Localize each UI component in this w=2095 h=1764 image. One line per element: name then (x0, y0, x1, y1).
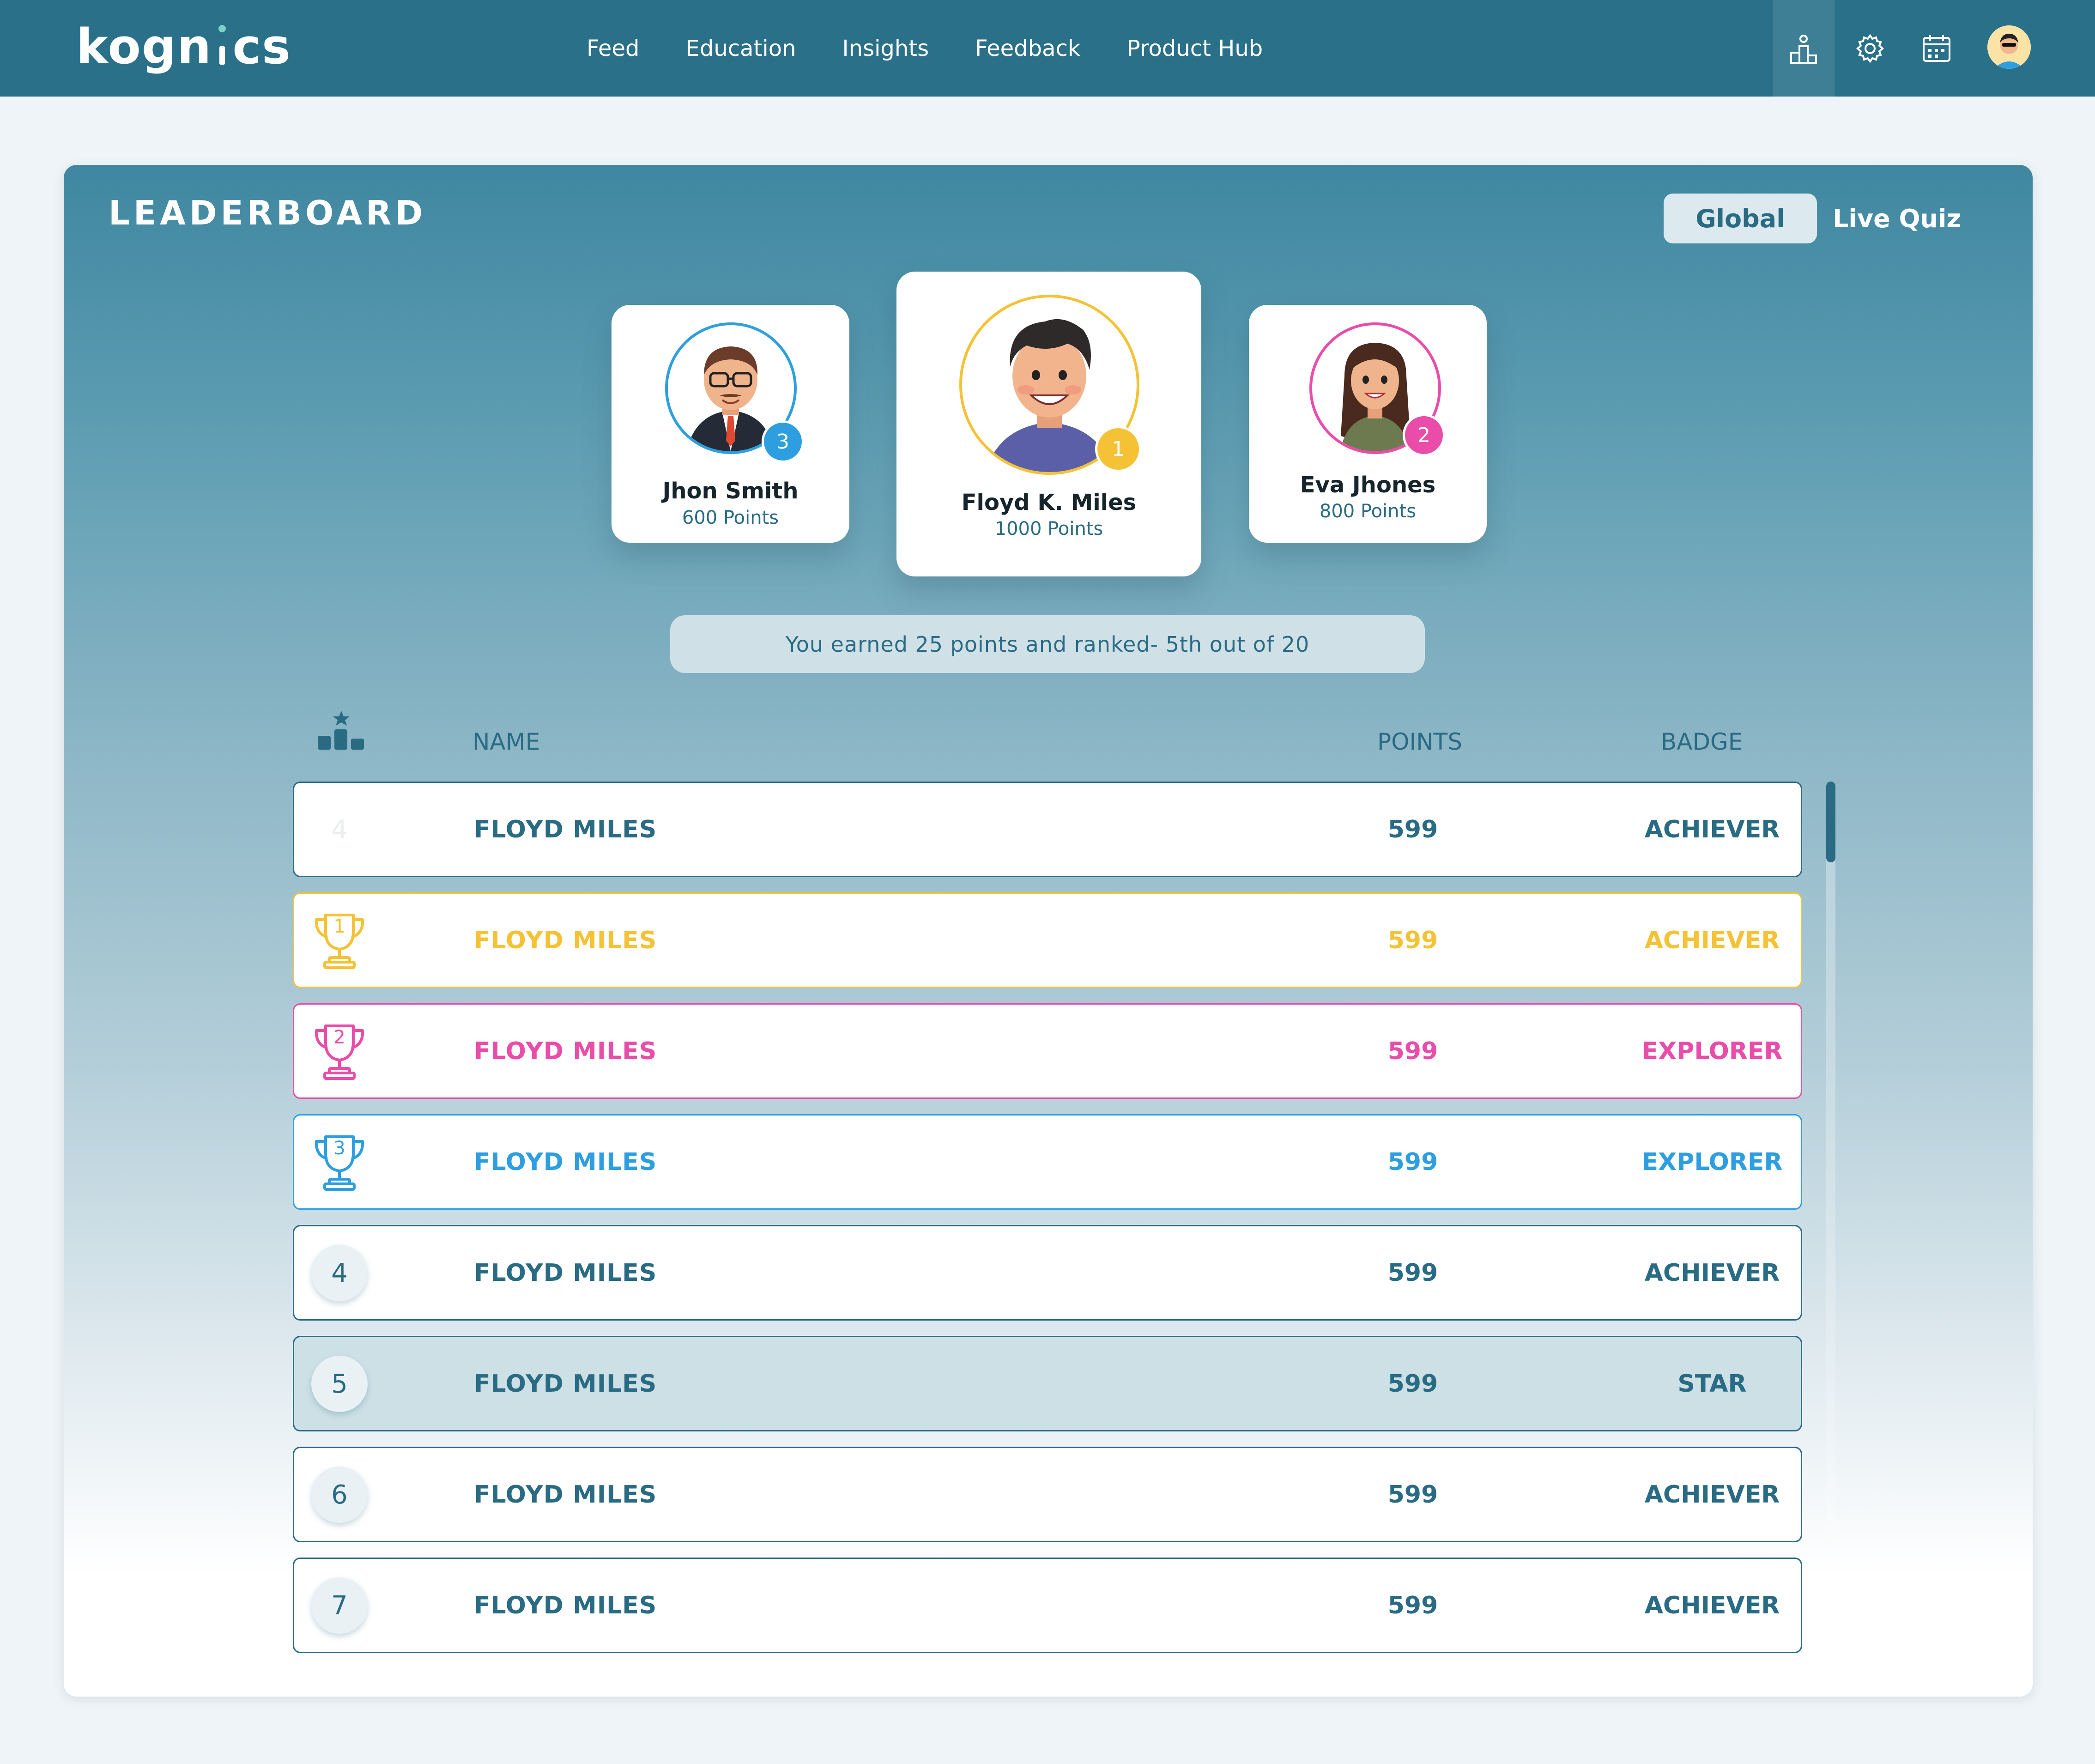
logo-text-left: kogn (76, 18, 212, 75)
row-badge: STAR (1677, 1370, 1747, 1398)
podium-points-rank-1: 1000 Points (994, 518, 1103, 540)
row-rank-number: 6 (311, 1467, 368, 1523)
table-row[interactable]: 4 FLOYD MILES 599 ACHIEVER (293, 1225, 1802, 1321)
row-points: 599 (1387, 1480, 1438, 1509)
row-rank-number: 3 (333, 1138, 345, 1159)
leaderboard-icon (1790, 34, 1817, 64)
your-rank-summary: You earned 25 points and ranked- 5th out… (670, 615, 1425, 673)
row-name: FLOYD MILES (474, 1259, 657, 1287)
row-badge: ACHIEVER (1644, 815, 1780, 843)
table-scrollbar-thumb[interactable] (1826, 782, 1835, 862)
row-name: FLOYD MILES (474, 1037, 657, 1065)
rank-column-header (316, 710, 367, 757)
nav-link-feedback[interactable]: Feedback (975, 36, 1081, 61)
row-badge: EXPLORER (1641, 1037, 1783, 1065)
row-rank-number: 4 (311, 1245, 368, 1301)
podium-card-rank-3[interactable]: 3 Jhon Smith 600 Points (612, 305, 849, 543)
name-column-header: NAME (472, 728, 540, 755)
nav-link-education[interactable]: Education (686, 36, 796, 61)
tab-global[interactable]: Global (1664, 194, 1817, 243)
table-row[interactable]: 4 FLOYD MILES 599 ACHIEVER (293, 782, 1802, 877)
user-avatar[interactable] (1987, 25, 2031, 69)
main-nav: Feed Education Insights Feedback Product… (587, 0, 1263, 97)
table-row[interactable]: 6 FLOYD MILES 599 ACHIEVER (293, 1447, 1802, 1542)
podium-rank-badge-3: 3 (762, 420, 804, 463)
row-name: FLOYD MILES (474, 1370, 657, 1398)
calendar-icon (1923, 35, 1950, 62)
kognics-logo[interactable]: kogn cs (76, 17, 291, 77)
row-points: 599 (1387, 1148, 1438, 1176)
nav-link-feed[interactable]: Feed (587, 36, 640, 61)
row-points: 599 (1387, 926, 1438, 954)
podium-name-rank-3: Jhon Smith (662, 478, 799, 504)
logo-i-glyph (218, 25, 227, 65)
row-rank-number: 7 (311, 1577, 368, 1634)
podium-rank-badge-2: 2 (1403, 414, 1445, 456)
trophy-icon: 1 (312, 911, 367, 971)
row-name: FLOYD MILES (474, 926, 657, 954)
podium-rank-badge-1: 1 (1095, 426, 1141, 472)
user-avatar-illustration (1987, 25, 2031, 69)
row-name: FLOYD MILES (474, 1591, 657, 1619)
podium-icon (318, 711, 364, 750)
table-scrollbar-track[interactable] (1826, 782, 1835, 1655)
logo-text-right: cs (232, 18, 291, 75)
trophy-icon: 2 (312, 1022, 367, 1082)
table-row[interactable]: 5 FLOYD MILES 599 STAR (293, 1336, 1802, 1431)
row-points: 599 (1387, 1370, 1438, 1398)
tab-live-quiz[interactable]: Live Quiz (1833, 194, 1961, 243)
table-row[interactable]: 7 FLOYD MILES 599 ACHIEVER (293, 1558, 1802, 1653)
podium-points-rank-3: 600 Points (682, 507, 779, 528)
nav-link-product-hub[interactable]: Product Hub (1127, 36, 1263, 61)
leaderboard-panel: LEADERBOARD Global Live Quiz 3 Jhon Smit… (64, 165, 2033, 1697)
podium-name-rank-2: Eva Jhones (1300, 472, 1436, 498)
table-row[interactable]: 1 FLOYD MILES 599 ACHIEVER (293, 892, 1802, 988)
row-points: 599 (1387, 1259, 1438, 1287)
nav-link-insights[interactable]: Insights (842, 36, 929, 61)
table-row[interactable]: 3 FLOYD MILES 599 EXPLORER (293, 1114, 1802, 1210)
podium-card-rank-1[interactable]: 1 Floyd K. Miles 1000 Points (896, 272, 1201, 576)
row-rank-number: 4 (311, 801, 368, 858)
row-badge: ACHIEVER (1644, 1480, 1780, 1509)
row-points: 599 (1387, 1037, 1438, 1065)
leaderboard-title: LEADERBOARD (109, 194, 427, 232)
leaderboard-nav-button[interactable] (1773, 0, 1835, 97)
podium-card-rank-2[interactable]: 2 Eva Jhones 800 Points (1249, 305, 1487, 543)
row-badge: EXPLORER (1641, 1148, 1783, 1176)
row-points: 599 (1387, 1591, 1438, 1619)
row-rank-number: 5 (311, 1356, 368, 1412)
top-navbar: kogn cs Feed Education Insights Feedback … (0, 0, 2095, 97)
points-column-header: POINTS (1377, 728, 1462, 755)
podium-points-rank-2: 800 Points (1319, 501, 1417, 522)
table-row[interactable]: 2 FLOYD MILES 599 EXPLORER (293, 1003, 1802, 1099)
row-badge: ACHIEVER (1644, 1591, 1780, 1619)
row-rank-number: 2 (333, 1027, 345, 1048)
row-name: FLOYD MILES (474, 1480, 657, 1509)
podium-name-rank-1: Floyd K. Miles (961, 490, 1137, 515)
settings-nav-button[interactable] (1839, 0, 1901, 97)
row-points: 599 (1387, 815, 1438, 843)
calendar-nav-button[interactable] (1906, 0, 1968, 97)
settings-gear-icon (1856, 34, 1884, 63)
nav-icon-group (1773, 0, 1972, 97)
row-badge: ACHIEVER (1644, 926, 1780, 954)
row-rank-number: 1 (333, 916, 345, 937)
row-name: FLOYD MILES (474, 815, 657, 843)
row-name: FLOYD MILES (474, 1148, 657, 1176)
badge-column-header: BADGE (1661, 728, 1743, 755)
row-badge: ACHIEVER (1644, 1259, 1780, 1287)
trophy-icon: 3 (312, 1133, 367, 1193)
